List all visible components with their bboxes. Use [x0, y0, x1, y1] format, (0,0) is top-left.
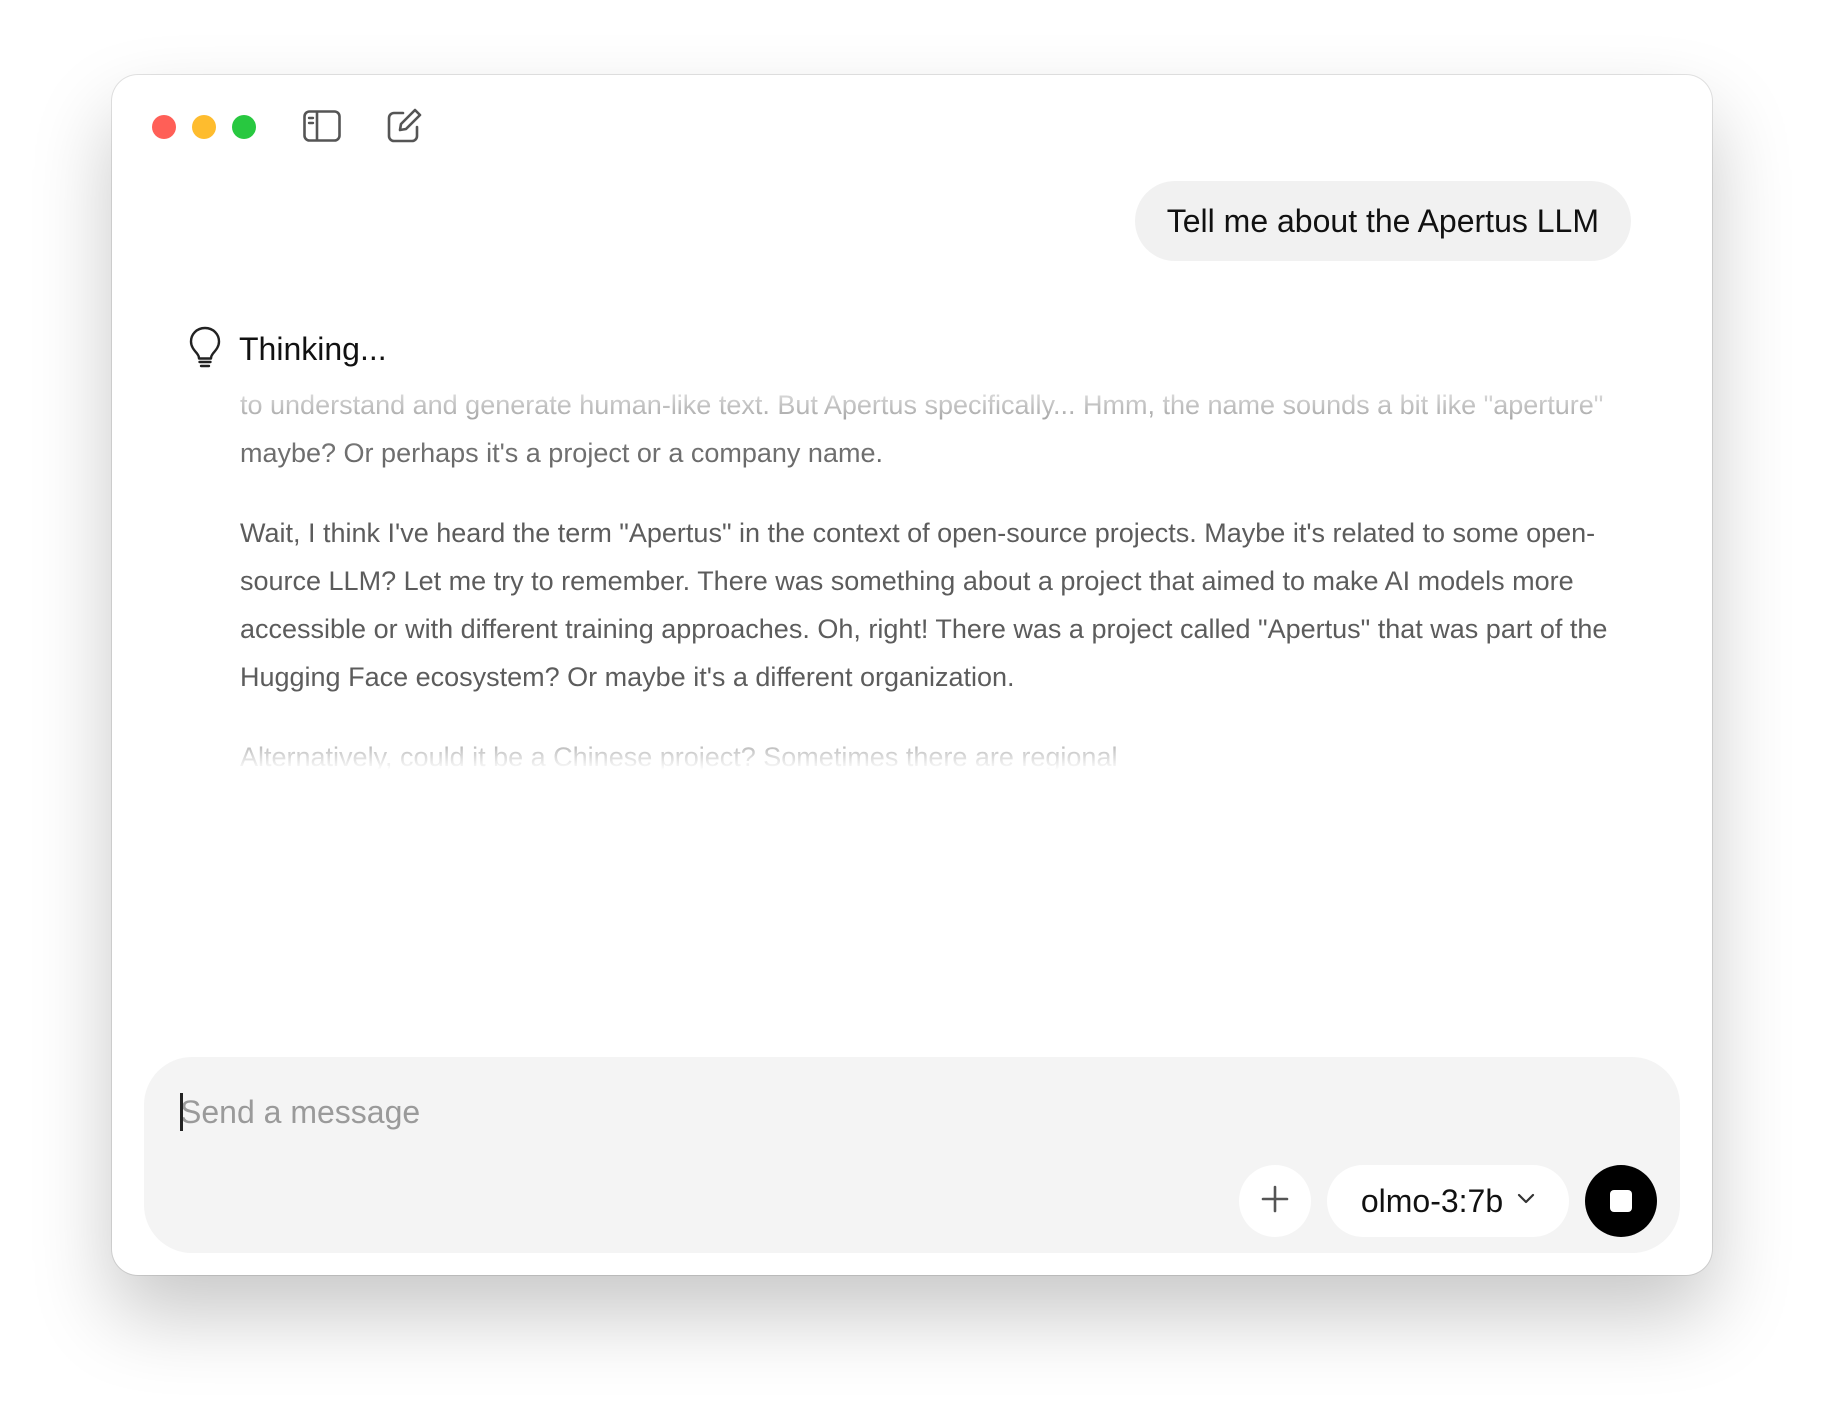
thinking-header[interactable]: Thinking... — [187, 325, 387, 374]
thinking-label: Thinking... — [239, 331, 387, 367]
plus-icon — [1260, 1184, 1290, 1219]
new-chat-button[interactable] — [384, 108, 424, 148]
user-message-bubble: Tell me about the Apertus LLM — [1134, 181, 1631, 261]
lightbulb-icon — [187, 325, 223, 374]
close-window-button[interactable] — [152, 115, 176, 139]
stop-generation-button[interactable] — [1585, 1165, 1657, 1237]
text-caret — [180, 1093, 183, 1131]
sidebar-toggle-icon — [303, 109, 341, 147]
minimize-window-button[interactable] — [192, 115, 216, 139]
message-input[interactable] — [180, 1087, 1380, 1137]
thinking-paragraph: language models in general. LLMs like GP… — [240, 390, 1604, 468]
thinking-content: language models in general. LLMs like GP… — [240, 375, 1640, 770]
new-chat-icon — [386, 108, 422, 149]
traffic-lights — [152, 115, 256, 139]
message-composer: olmo-3:7b — [144, 1057, 1680, 1253]
thinking-paragraph: Wait, I think I've heard the term "Apert… — [240, 518, 1608, 692]
chevron-down-icon — [1517, 1192, 1535, 1210]
stop-icon — [1610, 1190, 1632, 1212]
app-window: Tell me about the Apertus LLM Thinking..… — [112, 75, 1712, 1275]
add-attachment-button[interactable] — [1239, 1165, 1311, 1237]
thinking-paragraph: Alternatively, could it be a Chinese pro… — [240, 742, 1118, 770]
model-name: olmo-3:7b — [1360, 1182, 1504, 1219]
sidebar-toggle-button[interactable] — [302, 108, 342, 148]
zoom-window-button[interactable] — [232, 115, 256, 139]
model-selector[interactable]: olmo-3:7b — [1327, 1165, 1569, 1237]
user-message-text: Tell me about the Apertus LLM — [1166, 202, 1599, 239]
